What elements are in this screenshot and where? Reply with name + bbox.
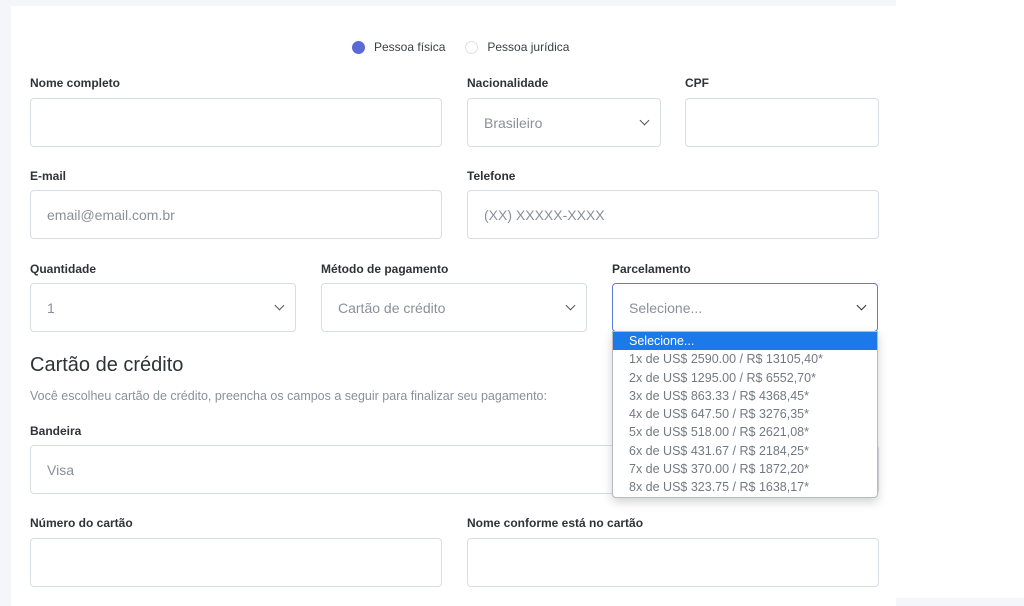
- numero-cartao-label: Número do cartão: [30, 516, 133, 530]
- dropdown-option[interactable]: Selecione...: [613, 332, 877, 351]
- metodo-label: Método de pagamento: [321, 262, 449, 276]
- nome-input[interactable]: [30, 98, 442, 147]
- chevron-down-icon: [565, 300, 576, 310]
- parcelamento-select[interactable]: Selecione...: [612, 283, 878, 332]
- dropdown-option[interactable]: 2x de US$ 1295.00 / R$ 6552,70*: [613, 369, 877, 387]
- person-type-group: Pessoa física Pessoa jurídica: [352, 39, 569, 55]
- parcelamento-label: Parcelamento: [612, 262, 691, 276]
- nome-cartao-input[interactable]: [467, 538, 879, 587]
- credit-card-description: Você escolheu cartão de crédito, preench…: [30, 389, 547, 403]
- quantidade-value: 1: [47, 299, 55, 316]
- radio-pessoa-juridica-label[interactable]: Pessoa jurídica: [487, 40, 569, 54]
- cpf-label: CPF: [685, 76, 709, 90]
- metodo-select[interactable]: Cartão de crédito: [321, 283, 587, 332]
- metodo-value: Cartão de crédito: [338, 299, 446, 316]
- dropdown-option[interactable]: 1x de US$ 2590.00 / R$ 13105,40*: [613, 350, 877, 368]
- email-placeholder: email@email.com.br: [47, 206, 175, 223]
- email-input[interactable]: email@email.com.br: [30, 190, 442, 239]
- nacionalidade-select[interactable]: Brasileiro: [467, 98, 661, 147]
- credit-card-title: Cartão de crédito: [30, 354, 184, 376]
- chevron-down-icon: [639, 115, 650, 125]
- dropdown-option[interactable]: 6x de US$ 431.67 / R$ 2184,25*: [613, 442, 877, 460]
- nome-label: Nome completo: [30, 76, 121, 90]
- radio-pessoa-juridica[interactable]: [465, 40, 479, 54]
- telefone-input[interactable]: (XX) XXXXX-XXXX: [467, 190, 879, 239]
- dropdown-option[interactable]: 8x de US$ 323.75 / R$ 1638,17*: [613, 478, 877, 496]
- dropdown-option[interactable]: 4x de US$ 647.50 / R$ 3276,35*: [613, 405, 877, 423]
- radio-pessoa-fisica[interactable]: [352, 40, 365, 54]
- bandeira-label: Bandeira: [30, 424, 82, 438]
- nacionalidade-value: Brasileiro: [484, 114, 543, 131]
- chevron-down-icon: [856, 300, 867, 310]
- quantidade-label: Quantidade: [30, 262, 97, 276]
- dropdown-option[interactable]: 5x de US$ 518.00 / R$ 2621,08*: [613, 423, 877, 441]
- chevron-down-icon: [274, 300, 285, 310]
- bandeira-value: Visa: [47, 461, 74, 478]
- nome-cartao-label: Nome conforme está no cartão: [467, 516, 644, 530]
- dropdown-option[interactable]: 7x de US$ 370.00 / R$ 1872,20*: [613, 460, 877, 478]
- numero-cartao-input[interactable]: [30, 538, 442, 587]
- email-label: E-mail: [30, 169, 67, 183]
- parcelamento-dropdown-list: Selecione... 1x de US$ 2590.00 / R$ 1310…: [612, 331, 878, 498]
- telefone-placeholder: (XX) XXXXX-XXXX: [484, 206, 605, 223]
- blank-area: [896, 0, 1024, 598]
- quantidade-select[interactable]: 1: [30, 283, 296, 332]
- dropdown-option[interactable]: 3x de US$ 863.33 / R$ 4368,45*: [613, 387, 877, 405]
- parcelamento-value: Selecione...: [629, 299, 703, 316]
- telefone-label: Telefone: [467, 169, 516, 183]
- nacionalidade-label: Nacionalidade: [467, 76, 549, 90]
- cpf-input[interactable]: [685, 98, 879, 147]
- radio-pessoa-fisica-label[interactable]: Pessoa física: [374, 40, 445, 54]
